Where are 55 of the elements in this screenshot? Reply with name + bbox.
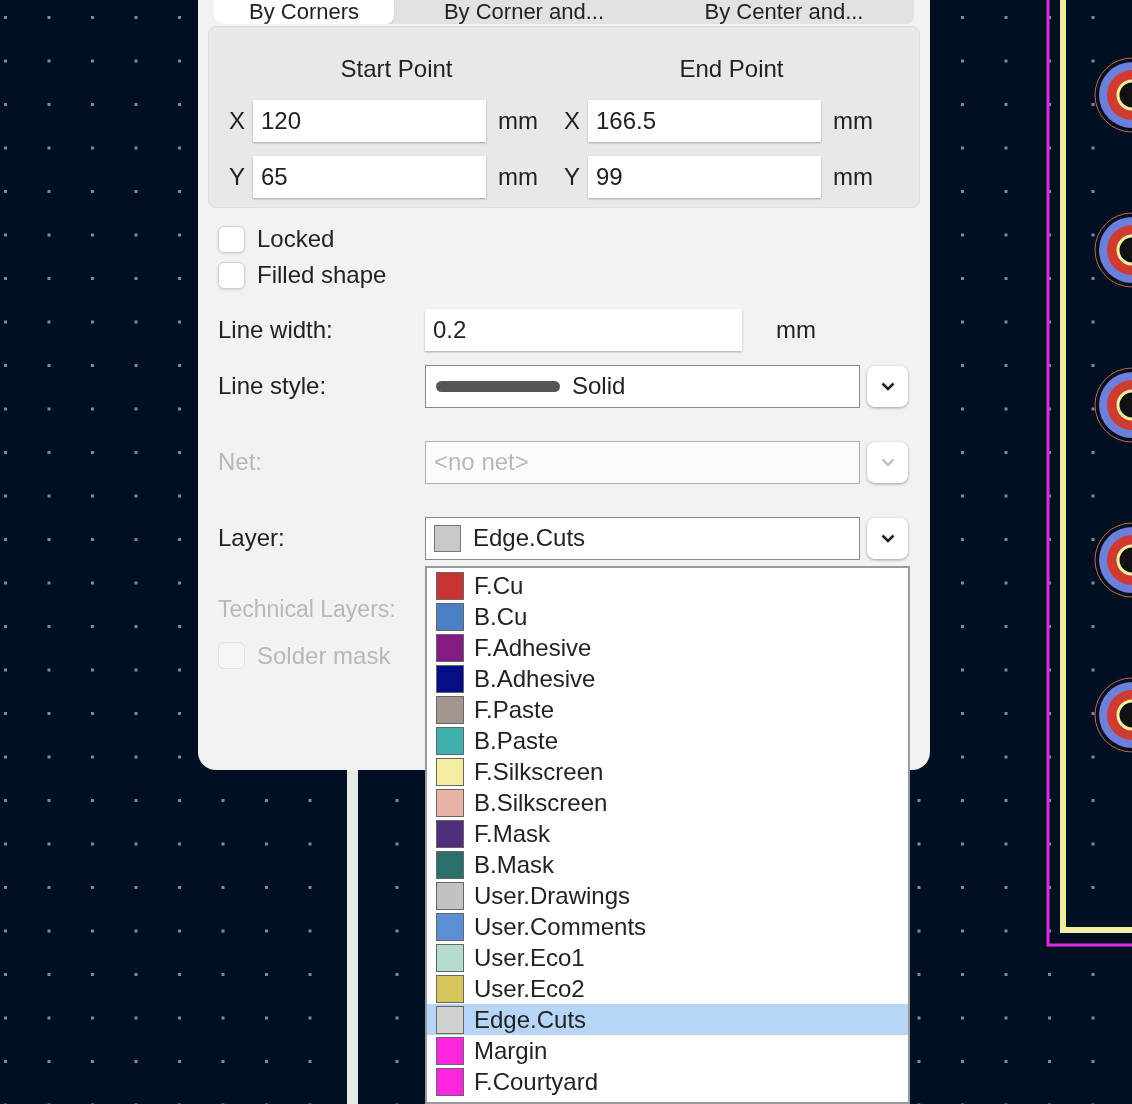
checkbox-label: Filled shape [257,260,387,290]
number-field[interactable]: 0.2 [425,309,742,351]
layer-dropdown[interactable]: Edge.Cuts [425,516,860,560]
tab[interactable]: By Corner and... [394,0,654,24]
checkbox-label: Solder mask [257,640,391,671]
layer-item[interactable]: F.Adhesive [427,632,908,663]
checkbox[interactable] [218,225,245,253]
chevron-icon [880,533,895,543]
number-field[interactable]: 99 [588,156,821,198]
unit-label: mm [833,106,873,136]
unit-label: mm [833,162,873,192]
layer-item[interactable]: F.Silkscreen [427,756,908,787]
field-label: Layer: [218,523,286,553]
layer-item[interactable]: User.Comments [427,911,908,942]
chevron-icon [880,381,895,391]
layer-item[interactable]: B.Adhesive [427,663,908,694]
unit-label: mm [776,315,816,345]
number-field[interactable]: 120 [253,100,486,142]
axis-label: Y [564,162,578,192]
layer-item[interactable]: F.Mask [427,818,908,849]
number-field[interactable]: 166.5 [588,100,821,142]
tab[interactable]: By Center and... [654,0,914,24]
net-dropdown: <no net> [425,440,860,484]
layer-item[interactable]: Margin [427,1035,908,1066]
layer-item[interactable]: User.Eco1 [427,942,908,973]
dropdown-button[interactable] [867,365,908,407]
layer-item[interactable]: B.Mask [427,849,908,880]
unit-label: mm [498,106,538,136]
layer-item[interactable]: B.Silkscreen [427,787,908,818]
layer-item[interactable]: B.Cu [427,601,908,632]
checkbox[interactable] [218,261,245,289]
layer-item[interactable]: F.Paste [427,694,908,725]
tab[interactable]: By Corners [214,0,394,24]
number-field[interactable]: 65 [253,156,486,198]
checkbox-label: Locked [257,224,335,254]
layer-item[interactable]: Edge.Cuts [427,1004,908,1035]
line-style-dropdown[interactable]: Solid [425,364,860,408]
field-label: Line width: [218,315,334,345]
dropdown-button[interactable] [867,517,908,559]
unit-label: mm [498,162,538,192]
chevron-icon [880,457,895,467]
layer-item[interactable]: B.Paste [427,725,908,756]
axis-label: X [229,106,243,136]
layer-item[interactable]: User.Eco2 [427,973,908,1004]
axis-label: X [564,106,578,136]
line-sample-icon [436,380,560,392]
section-label: Technical Layers: [218,595,396,624]
group-title: End Point [679,55,784,82]
axis-label: Y [229,162,243,192]
field-label: Net: [218,447,263,477]
field-label: Line style: [218,371,328,401]
layer-item[interactable]: F.Courtyard [427,1066,908,1097]
group-title: Start Point [340,55,453,82]
layer-item[interactable]: User.Drawings [427,880,908,911]
layer-item[interactable]: F.Cu [427,570,908,601]
